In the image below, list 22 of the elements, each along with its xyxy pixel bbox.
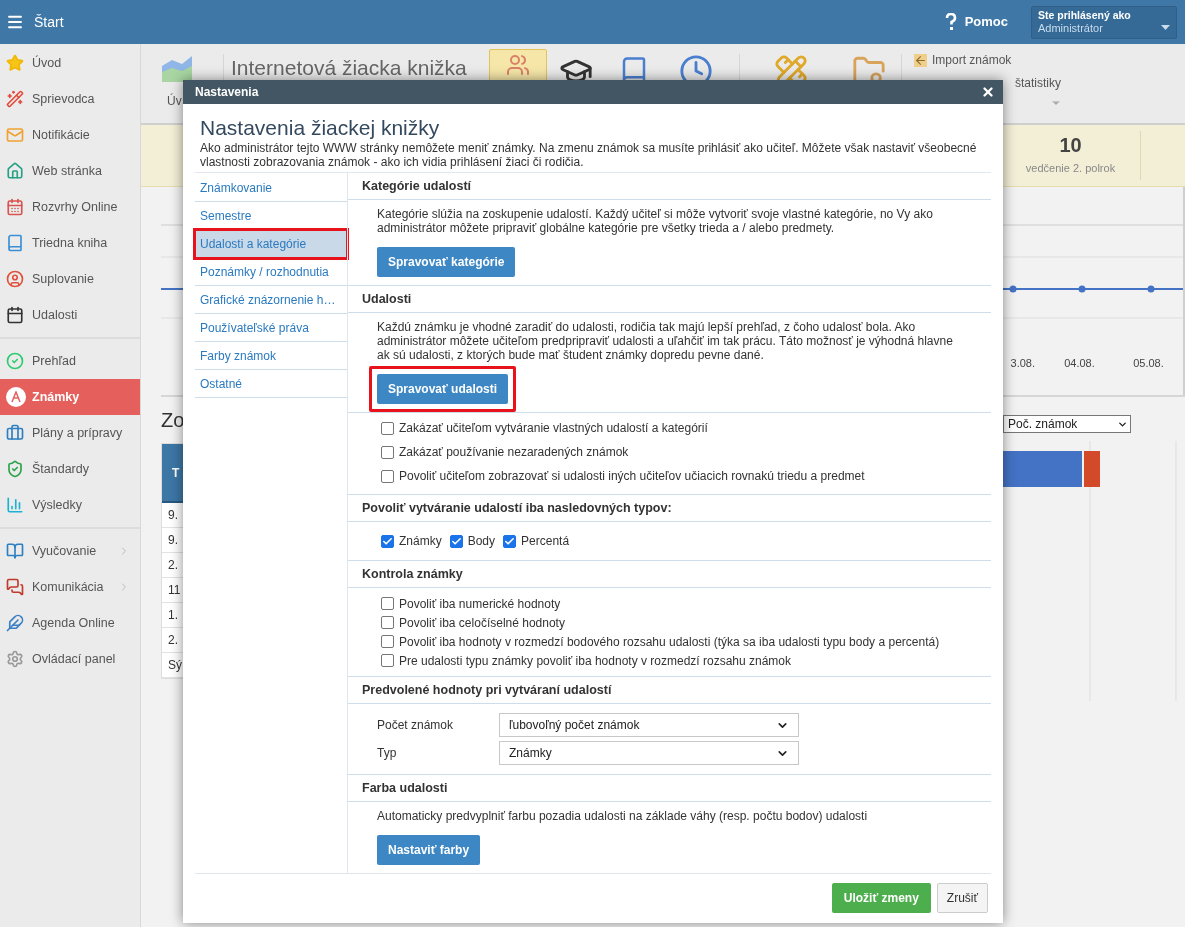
section-header: Udalosti bbox=[348, 286, 991, 313]
summary-value: 10 bbox=[1059, 134, 1082, 157]
section-header: Kategórie udalostí bbox=[348, 173, 991, 200]
section-title: Zo bbox=[161, 409, 186, 431]
date-label: 05.08. bbox=[1132, 356, 1165, 371]
section-header: Povoliť vytváranie udalostí iba nasledovných typov: bbox=[348, 495, 991, 522]
date-label: 04.08. bbox=[1063, 356, 1096, 371]
description-text: Každú známku je vhodné zaradiť do udalosti, rodičia tak majú lepší prehľad, z čoho udalosť bola. Ako administrátor môžete učiteľom predpripraviť udalosti a uľahčiť im tak prácu. Táto možnosť je výhodná hlavne ak sú udalosti, z ktorých bude mať študent známky dopredu pevne dané. bbox=[376, 320, 954, 362]
description-text: Automaticky predvyplniť farbu pozadia udalosti na základe váhy (resp. počtu bodov) udalosti bbox=[376, 809, 869, 823]
page-title: Štart bbox=[34, 12, 64, 32]
dialog-title: Nastavenia bbox=[195, 84, 259, 101]
field-label: Počet známok bbox=[377, 717, 455, 734]
field-label: Typ bbox=[377, 745, 398, 762]
section-header: Farba udalosti bbox=[348, 775, 991, 802]
app-title: Internetová žiacka knižka bbox=[231, 57, 468, 79]
section-header: Kontrola známky bbox=[348, 561, 991, 588]
dialog-heading: Nastavenia žiackej knižky bbox=[200, 116, 441, 140]
summary-label: vedčenie 2. polrok bbox=[1025, 161, 1116, 177]
intro-text: Ako administrátor tejto WWW stránky nemôžete meniť známky. Na zmenu známok sa musíte prihlásiť ako učiteľ. Môžete však nastaviť všeobecné vlastnosti zobrazovania známok - ako ich vidia prihlásení žiaci či rodičia. bbox=[200, 141, 978, 169]
date-label: 3.08. bbox=[1009, 356, 1036, 371]
section-header: Predvolené hodnoty pri vytváraní udalostí bbox=[348, 677, 991, 704]
description-text: Kategórie slúžia na zoskupenie udalostí. Každý učiteľ si môže vytvoriť svoje vlastné kategórie, no Vy ako administrátor môžete pripraviť globálne kategórie pre všetky trieda a / alebo predmety. bbox=[376, 207, 934, 235]
